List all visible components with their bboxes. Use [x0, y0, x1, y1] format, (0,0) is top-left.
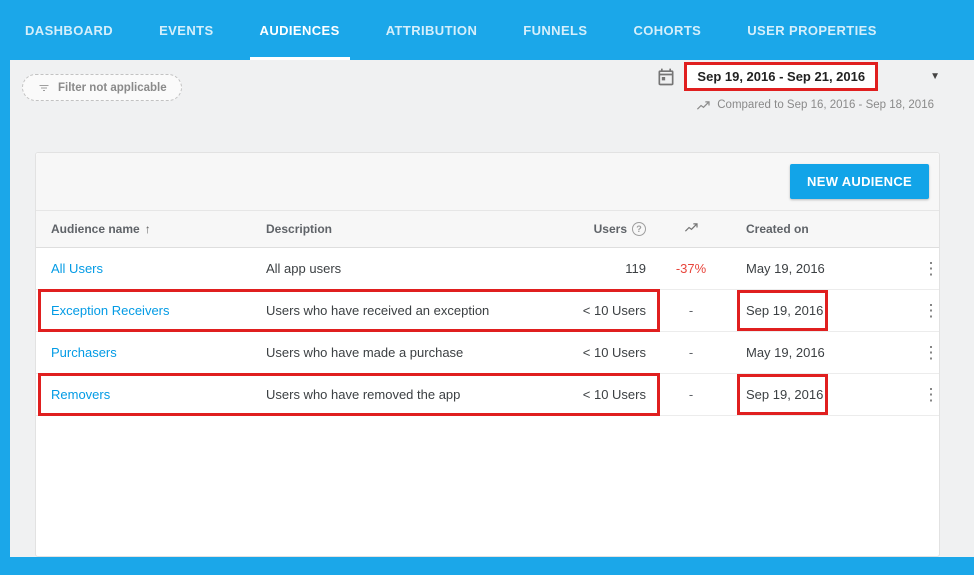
- users-count: < 10 Users: [582, 345, 646, 360]
- date-range-picker[interactable]: Sep 19, 2016 - Sep 21, 2016 ▼: [656, 62, 940, 91]
- audience-link[interactable]: Removers: [36, 387, 266, 402]
- new-audience-button[interactable]: NEW AUDIENCE: [790, 164, 929, 199]
- row-menu-icon[interactable]: ⋮: [923, 260, 940, 277]
- row-menu-icon[interactable]: ⋮: [923, 302, 940, 319]
- audience-link[interactable]: All Users: [36, 261, 266, 276]
- table-header-row: Audience name ↑ Description Users ? Crea…: [36, 210, 939, 248]
- table-row: Purchasers Users who have made a purchas…: [36, 332, 940, 374]
- row-menu-icon[interactable]: ⋮: [923, 386, 940, 403]
- users-count: 119: [625, 261, 646, 276]
- created-on-date: Sep 19, 2016: [746, 387, 824, 402]
- change-value: -: [688, 345, 694, 360]
- audience-link[interactable]: Exception Receivers: [36, 303, 266, 318]
- tab-events[interactable]: EVENTS: [159, 0, 213, 60]
- users-count: < 10 Users: [582, 303, 646, 318]
- filter-chip[interactable]: Filter not applicable: [22, 74, 182, 101]
- users-help-icon[interactable]: ?: [632, 222, 646, 236]
- column-header-audience-name[interactable]: Audience name ↑: [36, 222, 266, 236]
- bottom-frame-strip: [0, 557, 974, 575]
- tab-audiences[interactable]: AUDIENCES: [249, 0, 350, 60]
- users-count: < 10 Users: [582, 387, 646, 402]
- created-on-date: Sep 19, 2016: [746, 303, 824, 318]
- column-header-description: Description: [266, 222, 333, 236]
- compare-trend-icon: [696, 100, 711, 111]
- tab-cohorts[interactable]: COHORTS: [633, 0, 701, 60]
- table-row: Removers Users who have removed the app …: [36, 374, 940, 416]
- column-header-created-on: Created on: [746, 222, 809, 236]
- table-row: Exception Receivers Users who have recei…: [36, 290, 940, 332]
- users-header-label: Users: [593, 222, 627, 236]
- compare-trend-icon: [684, 223, 698, 232]
- left-frame-strip: [0, 0, 10, 575]
- audience-description: Users who have removed the app: [266, 387, 461, 402]
- tab-funnels[interactable]: FUNNELS: [523, 0, 587, 60]
- tab-attribution[interactable]: ATTRIBUTION: [386, 0, 478, 60]
- sort-ascending-icon: ↑: [144, 222, 151, 236]
- change-value: -: [688, 387, 694, 402]
- compared-to-line: Compared to Sep 16, 2016 - Sep 18, 2016: [696, 99, 934, 111]
- card-toolbar: NEW AUDIENCE: [36, 153, 939, 210]
- table-row: All Users All app users 119 -37% May 19,…: [36, 248, 940, 290]
- change-value: -37%: [675, 261, 707, 276]
- compared-to-label: Compared to Sep 16, 2016 - Sep 18, 2016: [717, 99, 934, 111]
- chevron-down-icon[interactable]: ▼: [930, 71, 940, 82]
- filter-label: Filter not applicable: [58, 81, 167, 94]
- audience-description: Users who have received an exception: [266, 303, 490, 318]
- calendar-icon: [656, 67, 676, 87]
- audience-description: All app users: [266, 261, 342, 276]
- tab-dashboard[interactable]: DASHBOARD: [25, 0, 113, 60]
- filter-icon: [37, 82, 51, 94]
- column-header-change: [646, 222, 736, 236]
- change-value: -: [688, 303, 694, 318]
- audiences-page: DASHBOARD EVENTS AUDIENCES ATTRIBUTION F…: [0, 0, 974, 575]
- audience-link[interactable]: Purchasers: [36, 345, 266, 360]
- audience-name-header-label: Audience name: [51, 222, 140, 236]
- audience-description: Users who have made a purchase: [266, 345, 464, 360]
- tab-user-properties[interactable]: USER PROPERTIES: [747, 0, 877, 60]
- top-nav: DASHBOARD EVENTS AUDIENCES ATTRIBUTION F…: [0, 0, 974, 60]
- date-range-value[interactable]: Sep 19, 2016 - Sep 21, 2016: [684, 62, 879, 91]
- created-on-date: May 19, 2016: [746, 261, 825, 276]
- column-header-users: Users ?: [551, 222, 646, 236]
- created-on-date: May 19, 2016: [746, 345, 825, 360]
- row-menu-icon[interactable]: ⋮: [923, 344, 940, 361]
- audiences-card: NEW AUDIENCE Audience name ↑ Description…: [35, 152, 940, 557]
